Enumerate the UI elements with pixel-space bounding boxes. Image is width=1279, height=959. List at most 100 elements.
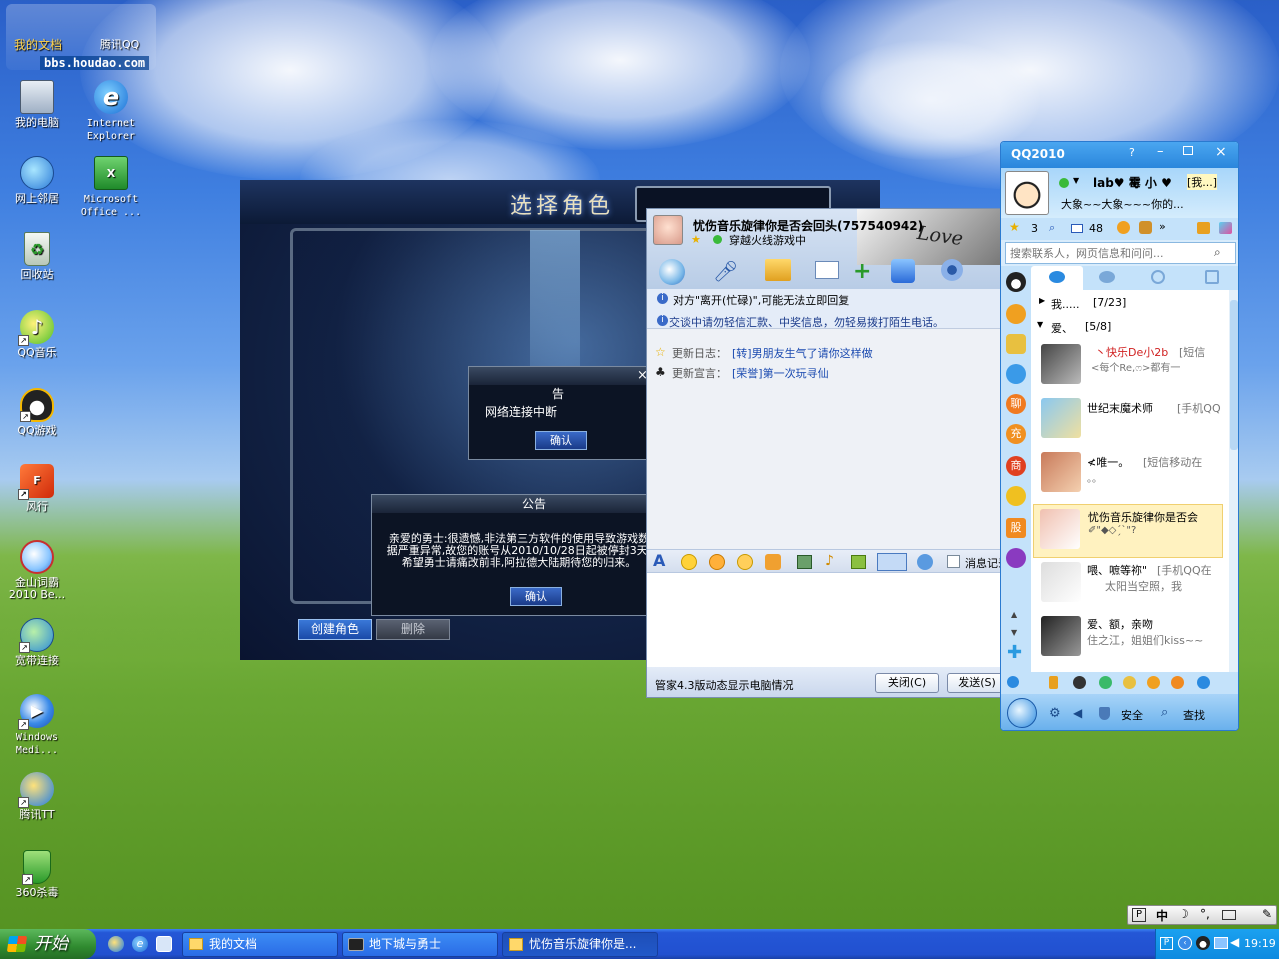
qq-main-panel[interactable]: QQ2010 ? – × ▼ lab♥ 霉 小 ♥ [我...] 大象~~大象~… xyxy=(1000,141,1239,731)
update-log-link[interactable]: [转]男朋友生气了请你这样做 xyxy=(732,345,873,361)
quick-launch-ie-icon[interactable]: e xyxy=(132,936,148,952)
mail-icon[interactable] xyxy=(815,261,839,279)
status-hint[interactable]: [我...] xyxy=(1187,174,1218,190)
music-icon[interactable]: ♪ xyxy=(825,553,834,569)
search-icon[interactable]: ⌕ xyxy=(1214,245,1221,260)
voice-call-icon[interactable]: 🎤︎ xyxy=(713,259,738,283)
desktop-icon-powerword[interactable]: 金山词霸 2010 Be... xyxy=(0,540,74,601)
create-character-button[interactable]: 创建角色 xyxy=(298,619,372,640)
screenshot-icon[interactable] xyxy=(877,553,907,571)
desktop-icon-360[interactable]: ↗ 360杀毒 xyxy=(0,850,74,899)
half-width-icon[interactable]: ☽ xyxy=(1178,907,1189,921)
search-icon[interactable]: ⌕ xyxy=(1049,221,1055,235)
contact-row-selected[interactable]: 忧伤音乐旋律你是否会 ✐"◆◇ˊ̗ˋ"? xyxy=(1033,504,1223,558)
chat-app-icon[interactable]: 聊 xyxy=(1006,394,1026,414)
desktop-icon-recycle-bin[interactable]: ♻ 回收站 xyxy=(0,232,74,281)
settings-gear-icon[interactable] xyxy=(941,259,963,281)
my-avatar[interactable] xyxy=(1005,171,1049,215)
message-box-icon[interactable] xyxy=(1197,222,1210,234)
shield-icon[interactable] xyxy=(1099,707,1110,720)
wallet-icon[interactable] xyxy=(1139,221,1152,234)
maximize-icon[interactable] xyxy=(1183,146,1193,155)
dialog-ok-button[interactable]: 确认 xyxy=(510,587,562,606)
contact-row[interactable]: 喂、嗻等祢" [手机QQ在 太阳当空照，我 xyxy=(1031,558,1229,612)
desktop-icon-office[interactable]: X Microsoft Office ... xyxy=(74,156,148,219)
network-tray-icon[interactable] xyxy=(1214,937,1228,949)
security-label[interactable]: 安全 xyxy=(1121,707,1143,723)
clock[interactable]: 19:19 xyxy=(1244,937,1276,950)
tab-contacts[interactable] xyxy=(1031,266,1083,290)
browser-app-icon[interactable] xyxy=(1197,676,1210,689)
dialog-ok-button[interactable]: 确认 xyxy=(535,431,587,450)
chat-window[interactable]: Love 忧伤音乐旋律你是否会回头(757540942) ★ 穿越火线游戏中 🎤… xyxy=(646,208,1001,698)
phone-icon[interactable] xyxy=(1049,676,1058,689)
volume-tray-icon[interactable]: ◀︎ xyxy=(1230,935,1239,949)
desktop-icon-qq-music[interactable]: ♪ ↗ QQ音乐 xyxy=(0,310,74,359)
quick-launch-qq-icon[interactable] xyxy=(108,936,124,952)
close-icon[interactable]: × xyxy=(1215,144,1227,160)
contact-search-input[interactable] xyxy=(1006,243,1206,263)
group-header[interactable]: ▶ 我..... [7/23] xyxy=(1031,294,1229,312)
ime-mode[interactable]: 中 xyxy=(1156,907,1168,924)
search-icon[interactable]: ⌕ xyxy=(1161,705,1168,720)
footer-ad-text[interactable]: 管家4.3版动态显示电脑情况 xyxy=(655,677,794,693)
more-icon[interactable]: » xyxy=(1159,220,1166,233)
task-chat-window[interactable]: 忧伤音乐旋律你是... xyxy=(502,932,658,957)
minimize-icon[interactable]: – xyxy=(1157,144,1164,159)
ime-toolbar[interactable]: P 中 ☽ °, ✎ xyxy=(1127,905,1277,925)
qq-show-icon[interactable] xyxy=(917,554,933,570)
ime-tray-icon[interactable]: P xyxy=(1160,937,1173,950)
star-app-icon[interactable] xyxy=(1006,486,1026,506)
music-app-icon[interactable] xyxy=(1099,676,1112,689)
tab-recent[interactable] xyxy=(1205,270,1219,284)
task-dnf[interactable]: 地下城与勇士 xyxy=(342,932,498,957)
scroll-up-icon[interactable]: ▲ xyxy=(1011,610,1017,619)
send-file-icon[interactable] xyxy=(765,259,791,281)
magic-face-icon[interactable] xyxy=(709,554,725,570)
status-dropdown-icon[interactable]: ▼ xyxy=(1073,176,1079,185)
contact-list[interactable]: ▶ 我..... [7/23] ▼ 爱、 [5/8] 丶快乐De小2b [短信 … xyxy=(1031,290,1229,672)
volume-icon[interactable]: ◀︎ xyxy=(1073,706,1082,720)
video-app-icon[interactable] xyxy=(1171,676,1184,689)
close-button[interactable]: 关闭(C) xyxy=(875,673,939,693)
contact-row[interactable]: ≮唯一。 [短信移动在 。。 xyxy=(1031,448,1229,502)
desktop-icon-network[interactable]: 网上邻居 xyxy=(0,156,74,205)
task-my-documents[interactable]: 我的文档 xyxy=(182,932,338,957)
send-button[interactable]: 发送(S) xyxy=(947,673,1000,693)
scene-icon[interactable] xyxy=(765,554,781,570)
tab-qun[interactable] xyxy=(1151,270,1165,284)
tea-app-icon[interactable] xyxy=(1147,676,1160,689)
desktop-icon-broadband[interactable]: ↗ 宽带连接 xyxy=(0,618,74,667)
contact-row[interactable]: 爱、额，亲吻 住之江，姐姐们kiss~~ xyxy=(1031,612,1229,666)
font-icon[interactable]: A xyxy=(653,551,665,570)
tray-expand-icon[interactable]: ‹ xyxy=(1178,936,1192,950)
shop-icon[interactable]: 商 xyxy=(1006,456,1026,476)
shake-icon[interactable] xyxy=(737,554,753,570)
message-area[interactable]: ☆ 更新日志： [转]男朋友生气了请你这样做 ♣ 更新宣言： [荣誉]第一次玩寻… xyxy=(647,331,1000,551)
tab-groups[interactable] xyxy=(1099,271,1115,283)
desktop-icon-ie[interactable]: e Internet Explorer xyxy=(74,80,148,143)
add-friend-icon[interactable]: + xyxy=(853,259,871,284)
desktop-icon-wmp[interactable]: ▶ ↗ Windows Medi... xyxy=(0,694,74,757)
desktop-icon-tencent-tt[interactable]: ↗ 腾讯TT xyxy=(0,772,74,821)
tools-icon[interactable]: ✎ xyxy=(1262,907,1272,921)
stock-icon[interactable]: 股 xyxy=(1006,518,1026,538)
message-input[interactable] xyxy=(647,573,1000,667)
desktop-icon-funshion[interactable]: F ↗ 风行 xyxy=(0,464,74,513)
punctuation-icon[interactable]: °, xyxy=(1200,907,1210,921)
message-history-icon[interactable] xyxy=(947,555,960,568)
pet-app-icon[interactable] xyxy=(1123,676,1136,689)
zone-icon[interactable] xyxy=(1117,221,1130,234)
skin-icon[interactable] xyxy=(1219,222,1232,234)
pet-icon[interactable] xyxy=(1006,334,1026,354)
quick-launch-desktop-icon[interactable] xyxy=(156,936,172,952)
left-arrow-icon[interactable] xyxy=(1007,676,1019,688)
qq-penguin-icon[interactable] xyxy=(1006,272,1026,292)
group-header[interactable]: ▼ 爱、 [5/8] xyxy=(1031,318,1229,336)
recharge-icon[interactable]: 充 xyxy=(1006,424,1026,444)
find-label[interactable]: 查找 xyxy=(1183,707,1205,723)
game-icon[interactable] xyxy=(1006,304,1026,324)
start-button[interactable]: 开始 xyxy=(0,929,96,959)
add-app-icon[interactable]: ✚ xyxy=(1007,642,1022,663)
scrollbar-thumb[interactable] xyxy=(1230,300,1238,450)
